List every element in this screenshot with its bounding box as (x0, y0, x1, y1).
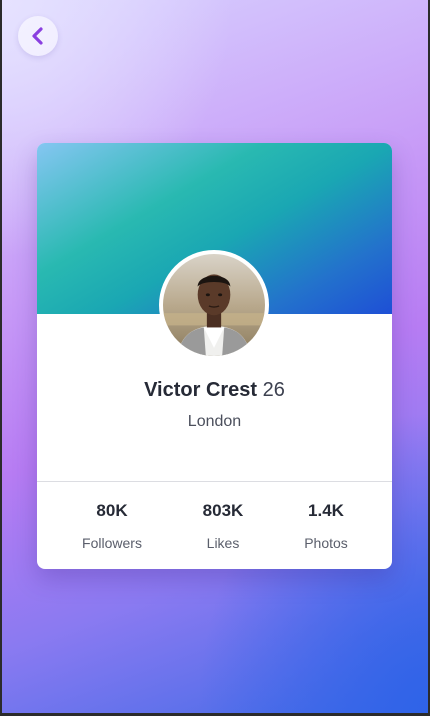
stat-likes: 803K Likes (168, 501, 278, 551)
stat-label: Photos (304, 535, 348, 551)
chevron-left-icon (31, 27, 45, 45)
stat-value: 80K (96, 501, 128, 520)
avatar (163, 254, 265, 356)
profile-card: Victor Crest 26 London 80K Followers 803… (37, 143, 392, 569)
stat-value: 803K (202, 501, 244, 520)
profile-heading: Victor Crest 26 (37, 379, 392, 402)
stat-label: Followers (82, 535, 142, 551)
stat-photos: 1.4K Photos (271, 501, 381, 551)
profile-name: Victor Crest (144, 379, 258, 401)
back-button[interactable] (18, 16, 58, 56)
app-screen: Victor Crest 26 London 80K Followers 803… (2, 0, 428, 713)
profile-age: 26 (262, 379, 285, 401)
stat-followers: 80K Followers (57, 501, 167, 551)
avatar-frame (159, 250, 269, 360)
profile-location: London (187, 413, 242, 430)
stat-value: 1.4K (308, 501, 344, 520)
stats-divider (37, 481, 392, 482)
stat-label: Likes (206, 535, 240, 551)
